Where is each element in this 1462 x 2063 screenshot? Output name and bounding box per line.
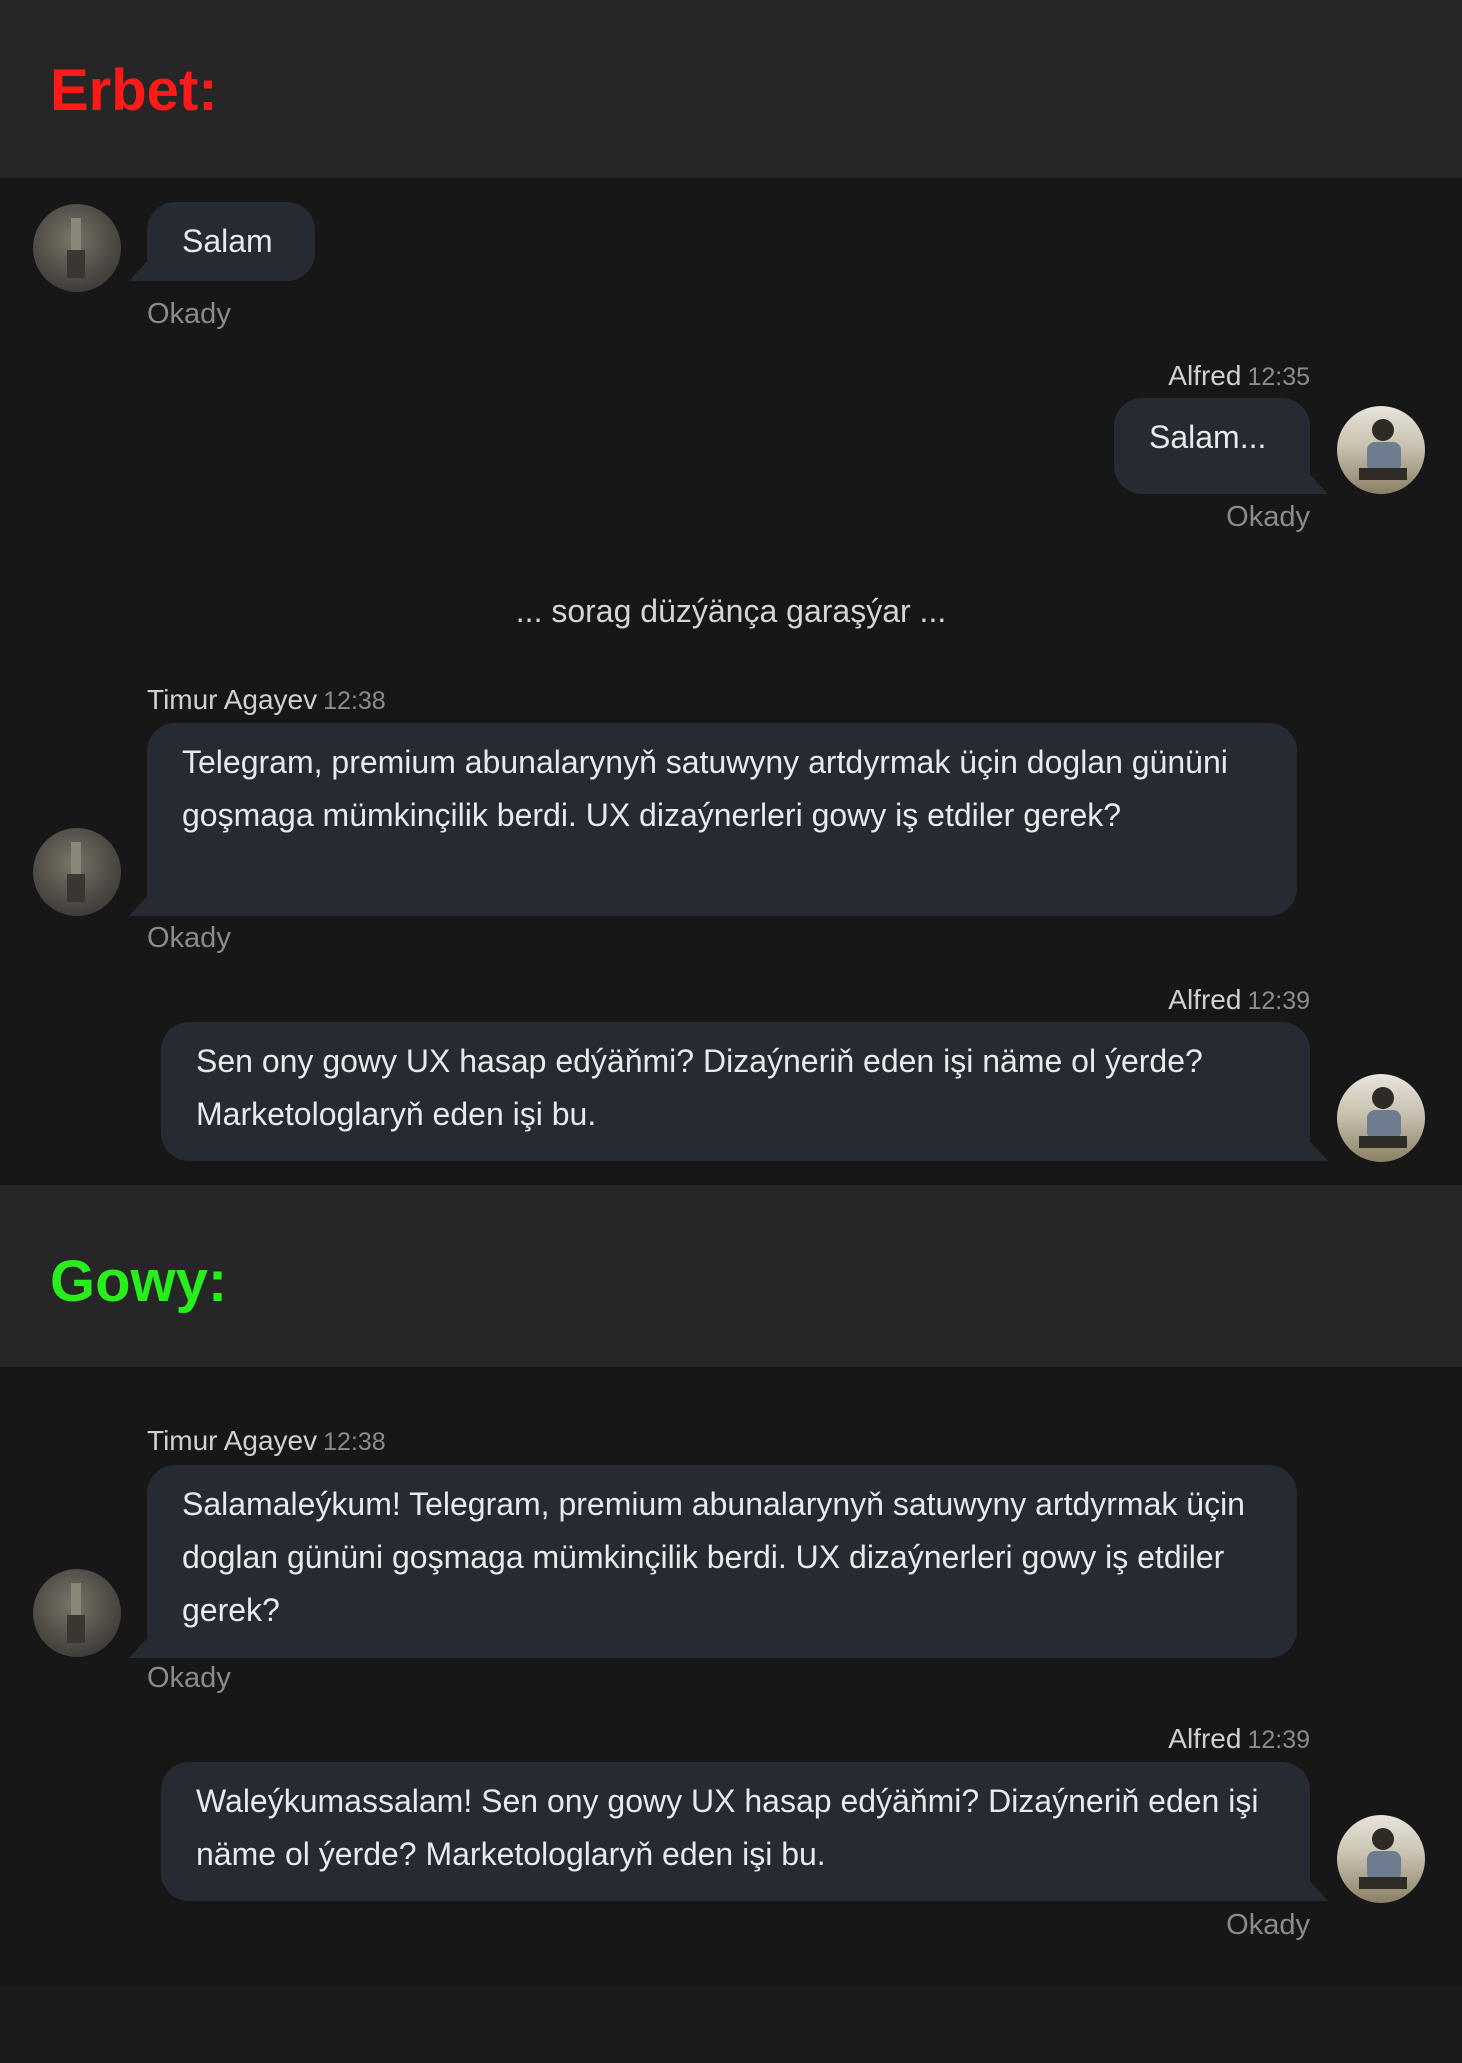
message-bubble[interactable]: Salamaleýkum! Telegram, premium abunalar… xyxy=(147,1465,1297,1658)
message-meta: Timur Agayev 12:38 xyxy=(147,1427,386,1455)
read-status: Okady xyxy=(147,922,231,954)
chat-panel-bad: Salam Okady Alfred 12:35 Salam... Okady .… xyxy=(0,178,1462,1185)
message-bubble[interactable]: Sen ony gowy UX hasap edýäňmi? Dizaýneri… xyxy=(161,1022,1310,1161)
avatar-image xyxy=(67,218,85,278)
avatar-timur[interactable] xyxy=(33,828,121,916)
message-meta: Alfred 12:39 xyxy=(1168,986,1310,1014)
sender-name: Alfred xyxy=(1168,360,1242,391)
avatar-alfred[interactable] xyxy=(1337,1074,1425,1162)
avatar-image xyxy=(1359,1828,1407,1889)
message-meta: Alfred 12:39 xyxy=(1168,1725,1310,1753)
message-bubble[interactable]: Waleýkumassalam! Sen ony gowy UX hasap e… xyxy=(161,1762,1310,1901)
avatar-image xyxy=(1359,419,1407,480)
message-time: 12:38 xyxy=(323,1428,386,1456)
avatar-alfred[interactable] xyxy=(1337,406,1425,494)
message-bubble[interactable]: Salam... xyxy=(1114,398,1310,494)
avatar-image xyxy=(67,842,85,902)
avatar-timur[interactable] xyxy=(33,204,121,292)
read-status: Okady xyxy=(1226,1909,1310,1941)
avatar-timur[interactable] xyxy=(33,1569,121,1657)
chat-panel-good: Timur Agayev 12:38 Salamaleýkum! Telegram… xyxy=(0,1367,1462,1987)
avatar-alfred[interactable] xyxy=(1337,1815,1425,1903)
avatar-image xyxy=(67,1583,85,1643)
message-time: 12:39 xyxy=(1247,987,1310,1015)
message-meta: Timur Agayev 12:38 xyxy=(147,686,386,714)
section-header-bad: Erbet: xyxy=(0,0,1462,178)
read-status: Okady xyxy=(1226,501,1310,533)
message-meta: Alfred 12:35 xyxy=(1168,362,1310,390)
message-time: 12:35 xyxy=(1247,363,1310,391)
message-time: 12:38 xyxy=(323,687,386,715)
system-message: ... sorag düzýänça garaşýar ... xyxy=(515,593,947,629)
message-text: Salam... xyxy=(1149,419,1267,455)
message-text: Telegram, premium abunalarynyň satuwyny … xyxy=(182,744,1228,833)
read-status: Okady xyxy=(147,298,231,330)
sender-name: Alfred xyxy=(1168,1723,1242,1754)
message-time: 12:39 xyxy=(1247,1726,1310,1754)
message-text: Salam xyxy=(182,223,273,259)
message-text: Salamaleýkum! Telegram, premium abunalar… xyxy=(182,1486,1245,1628)
section-label-good: Gowy: xyxy=(50,1249,228,1314)
sender-name: Timur Agayev xyxy=(147,1425,318,1456)
message-bubble[interactable]: Telegram, premium abunalarynyň satuwyny … xyxy=(147,723,1297,916)
message-bubble[interactable]: Salam xyxy=(147,202,315,281)
message-text: Waleýkumassalam! Sen ony gowy UX hasap e… xyxy=(196,1783,1259,1872)
sender-name: Timur Agayev xyxy=(147,684,318,715)
read-status: Okady xyxy=(147,1662,231,1694)
section-header-good: Gowy: xyxy=(0,1185,1462,1367)
sender-name: Alfred xyxy=(1168,984,1242,1015)
section-label-bad: Erbet: xyxy=(50,58,218,123)
message-text: Sen ony gowy UX hasap edýäňmi? Dizaýneri… xyxy=(196,1043,1203,1132)
avatar-image xyxy=(1359,1087,1407,1148)
